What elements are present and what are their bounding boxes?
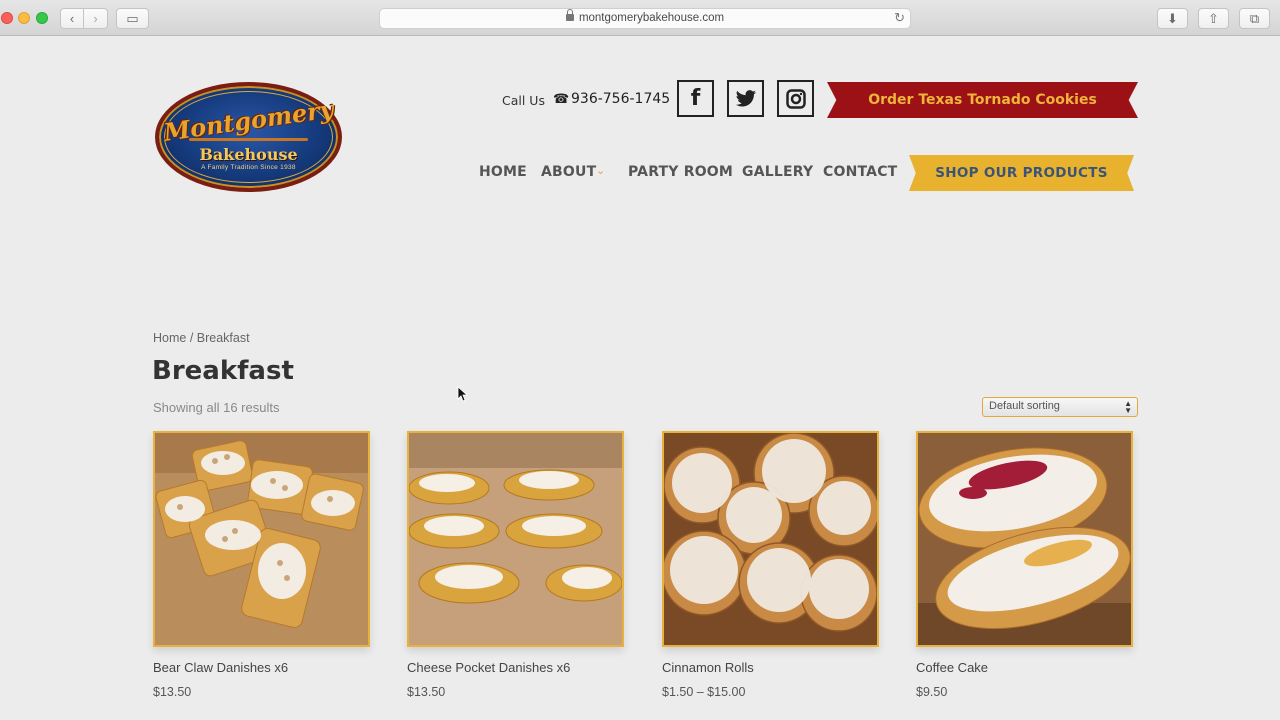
product-price: $13.50 <box>407 685 446 699</box>
back-icon: ‹ <box>69 11 75 26</box>
shop-banner-label: SHOP OUR PRODUCTS <box>935 165 1108 181</box>
product-image[interactable] <box>407 431 624 647</box>
sort-selected-value: Default sorting <box>989 400 1060 412</box>
share-button[interactable]: ⇧ <box>1198 8 1229 29</box>
sidebar-toggle-button[interactable]: ▭ <box>116 8 149 29</box>
logo-swirl <box>189 138 308 141</box>
breadcrumb-home-link[interactable]: Home <box>153 331 186 345</box>
forward-icon: › <box>93 11 98 26</box>
select-arrows-icon: ▲ ▼ <box>1124 399 1132 415</box>
share-icon: ⇧ <box>1208 11 1219 26</box>
nav-contact[interactable]: CONTACT <box>823 164 897 180</box>
phone-icon: ☎ <box>553 91 570 106</box>
coffee-cake-photo <box>918 433 1131 645</box>
twitter-icon <box>735 89 756 107</box>
cinnamon-rolls-photo <box>664 433 877 645</box>
product-name[interactable]: Bear Claw Danishes x6 <box>153 660 370 675</box>
nav-home[interactable]: HOME <box>479 164 527 180</box>
product-price: $13.50 <box>153 685 192 699</box>
product-image[interactable] <box>153 431 370 647</box>
address-bar[interactable]: montgomerybakehouse.com ↻ <box>379 8 911 29</box>
facebook-link[interactable]: f <box>677 80 714 117</box>
logo-name-text: Bakehouse <box>199 145 298 164</box>
product-name[interactable]: Cheese Pocket Danishes x6 <box>407 660 624 675</box>
product-card[interactable]: Cheese Pocket Danishes x6 $13.50 <box>407 431 624 699</box>
nav-about[interactable]: ABOUT <box>541 164 596 180</box>
product-card[interactable]: Coffee Cake $9.50 <box>916 431 1133 699</box>
web-page: Montgomery Bakehouse A Family Tradition … <box>0 37 1280 720</box>
tab-overview-button[interactable]: ⧉ <box>1239 8 1270 29</box>
sidebar-icon: ▭ <box>126 11 139 26</box>
product-price: $9.50 <box>916 685 948 699</box>
order-tornado-cookies-button[interactable]: Order Texas Tornado Cookies <box>827 82 1138 118</box>
sort-select[interactable]: Default sorting ▲ ▼ <box>982 397 1138 417</box>
nav-gallery[interactable]: GALLERY <box>742 164 813 180</box>
lock-icon <box>565 9 574 21</box>
forward-button[interactable]: › <box>84 8 108 29</box>
page-title: Breakfast <box>152 356 294 386</box>
minimize-window-button[interactable] <box>18 12 30 24</box>
product-image[interactable] <box>916 431 1133 647</box>
order-banner-label: Order Texas Tornado Cookies <box>868 92 1097 108</box>
mouse-pointer-icon <box>457 386 467 402</box>
twitter-link[interactable] <box>727 80 764 117</box>
facebook-icon: f <box>690 86 701 111</box>
phone-number-link[interactable]: 936-756-1745 <box>571 91 670 107</box>
breadcrumb: Home / Breakfast <box>153 331 250 345</box>
bear-claw-photo <box>155 433 368 645</box>
reload-icon[interactable]: ↻ <box>894 10 905 26</box>
product-price: $1.50 – $15.00 <box>662 685 746 699</box>
product-name[interactable]: Cinnamon Rolls <box>662 660 879 675</box>
instagram-icon <box>785 88 806 109</box>
close-window-button[interactable] <box>1 12 13 24</box>
result-count: Showing all 16 results <box>153 400 280 415</box>
product-name[interactable]: Coffee Cake <box>916 660 1133 675</box>
browser-toolbar: ‹ › ▭ montgomerybakehouse.com ↻ ⬇ ⇧ ⧉ <box>0 0 1280 36</box>
tabs-icon: ⧉ <box>1249 11 1260 26</box>
product-card[interactable]: Cinnamon Rolls $1.50 – $15.00 <box>662 431 879 699</box>
address-url: montgomerybakehouse.com <box>578 12 725 24</box>
product-image[interactable] <box>662 431 879 647</box>
instagram-link[interactable] <box>777 80 814 117</box>
downloads-button[interactable]: ⬇ <box>1157 8 1188 29</box>
breadcrumb-current: Breakfast <box>196 331 250 345</box>
zoom-window-button[interactable] <box>36 12 48 24</box>
back-button[interactable]: ‹ <box>60 8 84 29</box>
nav-party-room[interactable]: PARTY ROOM <box>628 164 733 180</box>
chevron-down-icon[interactable]: ⌄ <box>596 164 605 177</box>
logo-tagline: A Family Tradition Since 1938 <box>201 164 296 171</box>
cheese-pocket-photo <box>409 433 622 645</box>
site-logo[interactable]: Montgomery Bakehouse A Family Tradition … <box>155 82 342 192</box>
call-us-label: Call Us <box>502 93 545 108</box>
download-icon: ⬇ <box>1167 11 1178 26</box>
breadcrumb-separator: / <box>186 331 197 345</box>
shop-products-button[interactable]: SHOP OUR PRODUCTS <box>909 155 1134 191</box>
product-card[interactable]: Bear Claw Danishes x6 $13.50 <box>153 431 370 699</box>
